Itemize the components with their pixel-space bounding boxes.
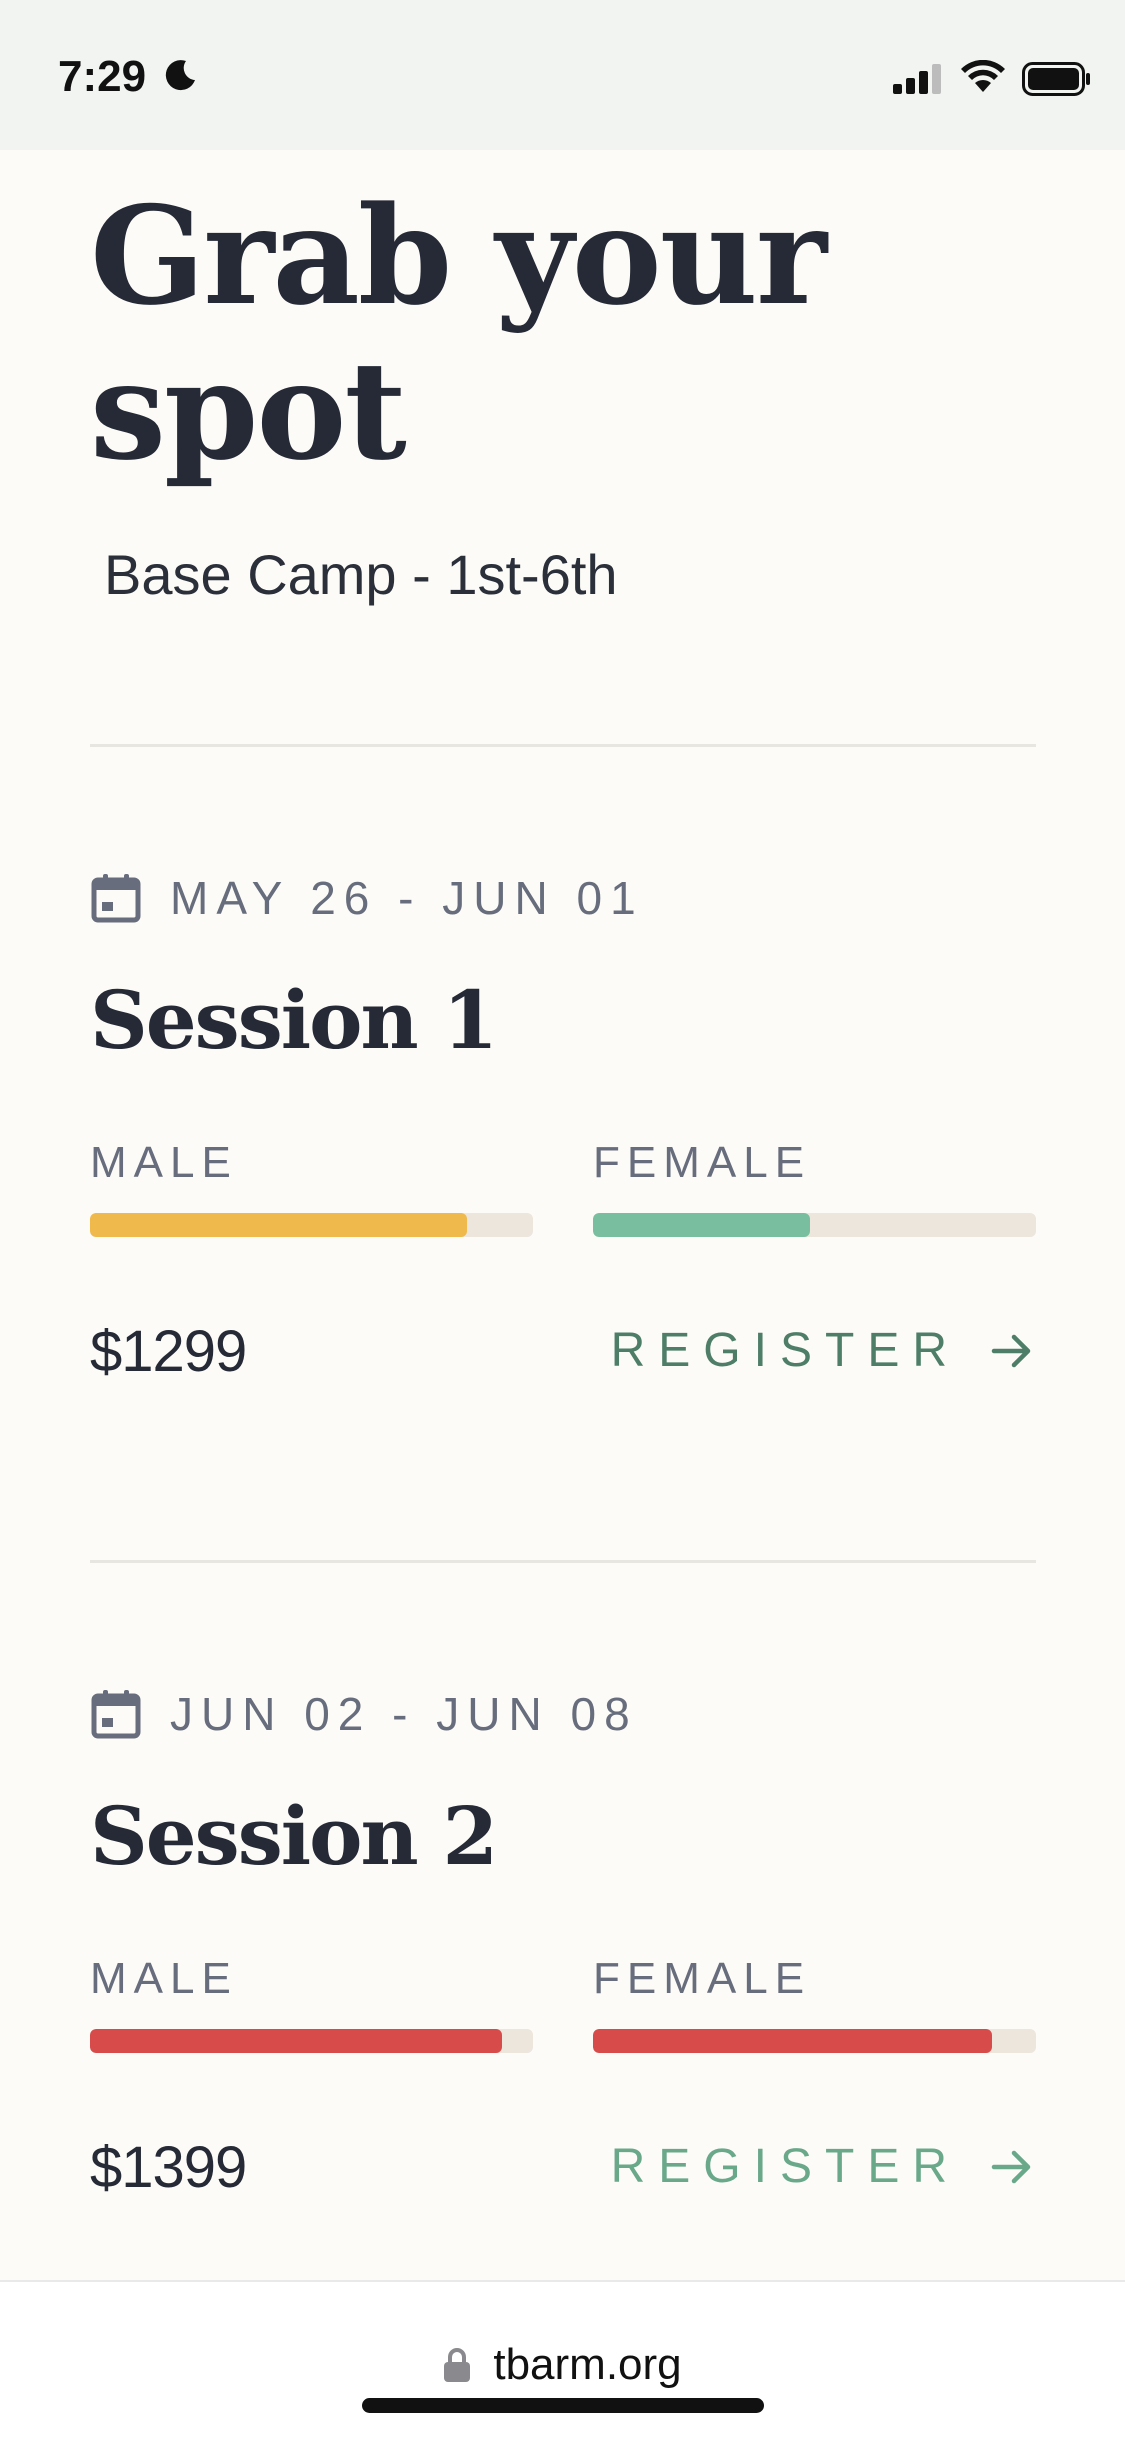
session-title: Session 2: [90, 1789, 498, 1883]
male-capacity-fill: [90, 1213, 467, 1237]
calendar-icon: [91, 1690, 141, 1739]
male-capacity-bar: [90, 2029, 533, 2053]
status-time: 7:29: [58, 52, 147, 101]
register-button[interactable]: REGISTER: [611, 2139, 1036, 2194]
register-label: REGISTER: [610, 1324, 960, 1377]
female-capacity-fill: [593, 2029, 992, 2053]
male-capacity-bar: [90, 1213, 533, 1237]
male-label: MALE: [90, 1954, 238, 2003]
arrow-right-icon: [991, 2150, 1031, 2183]
session-dates: JUN 02 - JUN 08: [90, 1684, 638, 1744]
male-label: MALE: [90, 1138, 238, 1187]
session-dates: MAY 26 - JUN 01: [90, 868, 644, 928]
register-label: REGISTER: [610, 2140, 960, 2193]
male-capacity-fill: [90, 2029, 502, 2053]
url-text: tbarm.org: [493, 2340, 682, 2389]
browser-address-bar[interactable]: tbarm.org: [0, 2280, 1125, 2438]
page-title: Grab your spot: [90, 176, 827, 490]
page-subtitle: Base Camp - 1st-6th: [104, 543, 618, 606]
arrow-right-icon: [991, 1334, 1031, 1367]
female-label: FEMALE: [593, 1954, 812, 2003]
session-price: $1399: [90, 2135, 247, 2200]
battery-icon: [1022, 62, 1090, 96]
status-bar: 7:29: [0, 0, 1125, 150]
moon-icon: [165, 60, 195, 91]
calendar-icon: [91, 874, 141, 923]
session-dates-text: MAY 26 - JUN 01: [170, 872, 644, 924]
female-capacity-bar: [593, 1213, 1036, 1237]
url-display[interactable]: tbarm.org: [0, 2340, 1125, 2390]
divider: [90, 744, 1036, 747]
female-label: FEMALE: [593, 1138, 812, 1187]
session-title: Session 1: [90, 973, 498, 1067]
session-card-1: MAY 26 - JUN 01 Session 1 MALE FEMALE $1…: [90, 868, 1036, 1428]
female-capacity-fill: [593, 1213, 811, 1237]
divider: [90, 1560, 1036, 1563]
session-card-2: JUN 02 - JUN 08 Session 2 MALE FEMALE $1…: [90, 1684, 1036, 2244]
female-capacity-bar: [593, 2029, 1036, 2053]
session-dates-text: JUN 02 - JUN 08: [170, 1688, 638, 1740]
wifi-icon: [961, 60, 1005, 92]
lock-icon: [444, 2348, 471, 2382]
home-indicator[interactable]: [362, 2398, 764, 2413]
register-button[interactable]: REGISTER: [611, 1323, 1036, 1378]
session-price: $1299: [90, 1319, 247, 1384]
signal-icon: [893, 64, 941, 94]
